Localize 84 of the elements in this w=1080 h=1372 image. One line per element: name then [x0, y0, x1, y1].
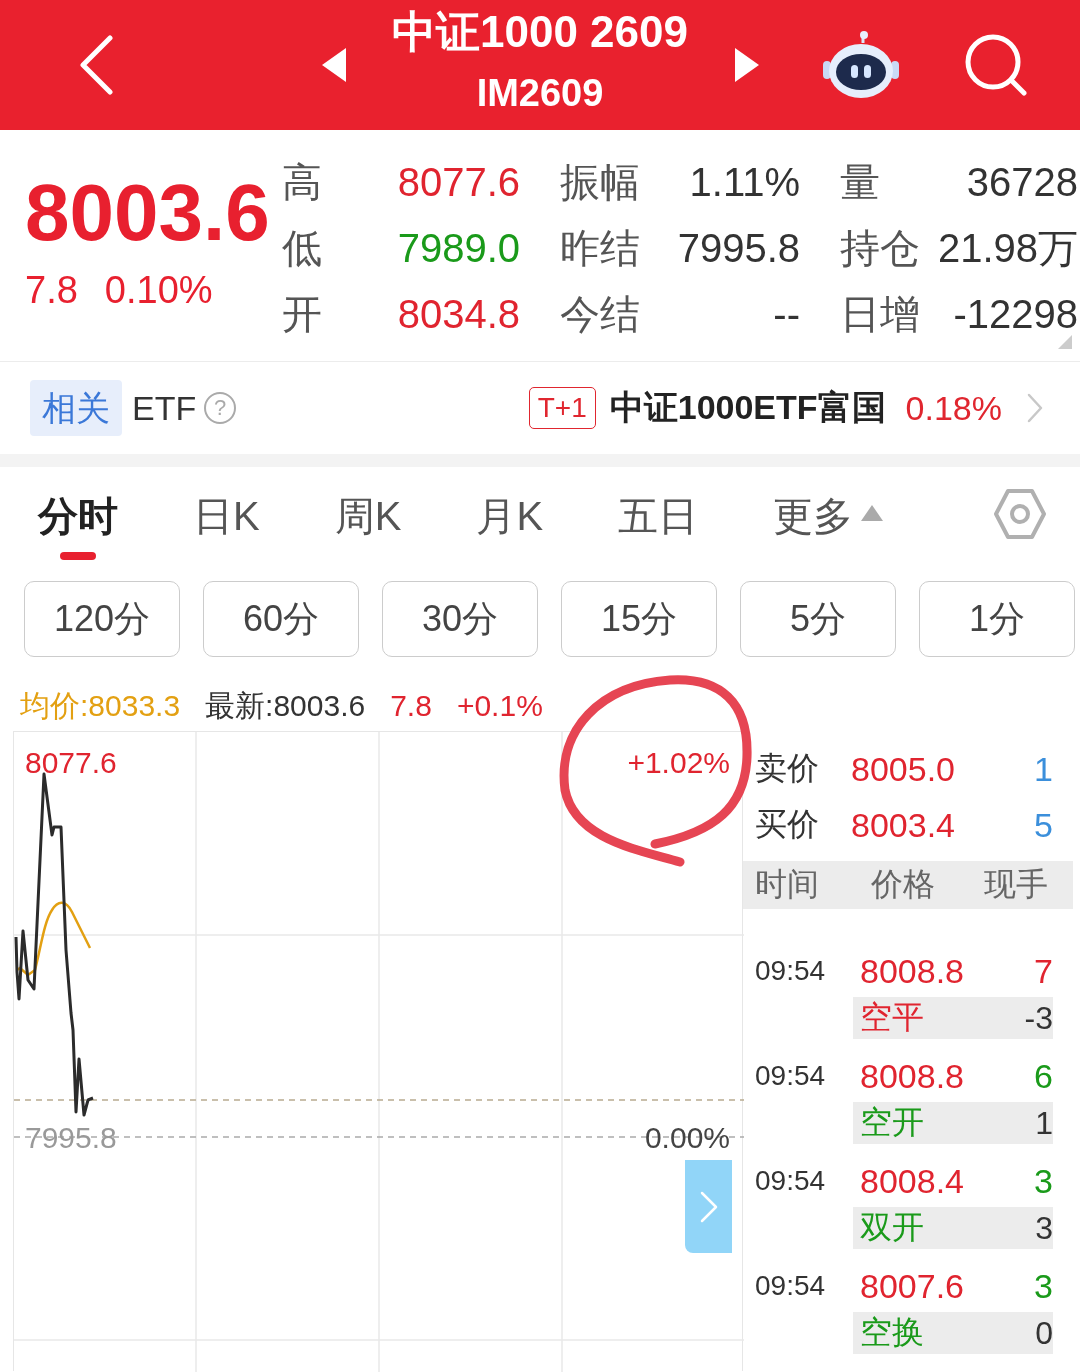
- search-icon[interactable]: [965, 34, 1027, 96]
- stat-value: 7989.0: [397, 225, 520, 271]
- trade-type: 空平: [860, 998, 924, 1037]
- position-change: 3: [1035, 1209, 1053, 1247]
- trade-price: 8008.4: [860, 1161, 964, 1201]
- stat-label: 量: [840, 158, 880, 206]
- axis-percent-label: 0.00%: [644, 1120, 730, 1156]
- previous-contract-icon[interactable]: [322, 48, 346, 82]
- column-header: 时间: [755, 865, 820, 904]
- last-price: 8003.6: [25, 168, 271, 258]
- etf-label: ETF: [132, 388, 197, 428]
- contract-code: IM2609: [476, 71, 604, 116]
- legend-item: +0.1%: [456, 688, 543, 724]
- trade-price: 8007.6: [860, 1266, 964, 1306]
- legend-item: 均价:8033.3: [20, 688, 181, 724]
- legend-item: 7.8: [390, 688, 432, 724]
- stat-label: 低: [282, 224, 322, 272]
- trade-time: 09:54: [755, 1059, 827, 1093]
- period-button[interactable]: 5分: [740, 581, 896, 657]
- trade-time: 09:54: [755, 1164, 827, 1198]
- next-contract-icon[interactable]: [735, 48, 759, 82]
- axis-price-label: 8077.6: [25, 745, 117, 781]
- percent-change: 0.10%: [104, 268, 213, 313]
- order-book-label: 卖价: [755, 749, 820, 788]
- trade-volume: 3: [1034, 1161, 1053, 1201]
- trade-price: 8008.8: [860, 1056, 964, 1096]
- related-tag: 相关: [30, 380, 122, 436]
- trading-rule-badge: T+1: [528, 387, 596, 429]
- legend-item: 最新:8003.6: [205, 688, 366, 724]
- stat-label: 今结: [560, 290, 640, 338]
- etf-change: 0.18%: [905, 388, 1002, 428]
- position-change: -3: [1024, 999, 1053, 1037]
- chart-tab[interactable]: 月K: [476, 467, 544, 564]
- stat-value: 1.11%: [689, 159, 800, 205]
- trade-volume: 3: [1034, 1266, 1053, 1306]
- trade-volume: 6: [1034, 1056, 1053, 1096]
- robot-assistant-icon[interactable]: [823, 31, 899, 99]
- column-header: 现手: [984, 865, 1048, 904]
- back-icon[interactable]: [78, 35, 114, 95]
- period-button[interactable]: 120分: [24, 581, 180, 657]
- order-book-volume: 5: [1034, 805, 1053, 845]
- chart-tab[interactable]: 周K: [334, 467, 402, 564]
- period-button[interactable]: 60分: [203, 581, 359, 657]
- position-change: 0: [1035, 1314, 1053, 1352]
- chevron-right-icon: [699, 1190, 718, 1223]
- chart-tab[interactable]: 更多: [773, 467, 884, 564]
- axis-price-label: 7995.8: [25, 1120, 117, 1156]
- trade-type: 双开: [860, 1208, 924, 1247]
- chart-tab[interactable]: 分时: [38, 467, 118, 564]
- price-change: 7.8: [25, 268, 78, 313]
- order-book-label: 买价: [755, 805, 820, 844]
- position-change: 1: [1035, 1104, 1053, 1142]
- stat-value: 21.98万: [937, 224, 1078, 272]
- stat-label: 日增: [840, 290, 920, 338]
- period-button[interactable]: 1分: [919, 581, 1075, 657]
- column-header: 价格: [871, 865, 936, 904]
- contract-title: 中证1000 2609: [392, 6, 688, 58]
- stat-label: 振幅: [560, 158, 640, 206]
- period-button[interactable]: 30分: [382, 581, 538, 657]
- stat-label: 高: [282, 158, 322, 206]
- stat-label: 开: [282, 290, 322, 338]
- chart-tab[interactable]: 日K: [193, 467, 260, 564]
- chart-tab[interactable]: 五日: [618, 467, 699, 564]
- trade-volume: 7: [1034, 951, 1053, 991]
- stat-value: 7995.8: [677, 225, 800, 271]
- trade-price: 8008.8: [860, 951, 964, 991]
- stat-value: --: [773, 291, 800, 337]
- etf-name[interactable]: 中证1000ETF富国: [609, 385, 886, 431]
- trade-time: 09:54: [755, 954, 827, 988]
- trade-type: 空换: [860, 1313, 924, 1352]
- order-book-price: 8005.0: [851, 749, 956, 789]
- stat-label: 昨结: [560, 224, 640, 272]
- stat-value: -12298: [953, 291, 1078, 337]
- stat-value: 8034.8: [397, 291, 520, 337]
- period-button[interactable]: 15分: [561, 581, 717, 657]
- stat-label: 持仓: [840, 224, 920, 272]
- caret-up-icon: [861, 505, 884, 521]
- trade-type: 空开: [860, 1103, 924, 1142]
- trade-time: 09:54: [755, 1269, 827, 1303]
- order-book-price: 8003.4: [851, 805, 956, 845]
- axis-percent-label: +1.02%: [627, 745, 730, 781]
- order-book-volume: 1: [1034, 749, 1053, 789]
- stat-value: 8077.6: [397, 159, 520, 205]
- stat-value: 36728: [966, 159, 1078, 205]
